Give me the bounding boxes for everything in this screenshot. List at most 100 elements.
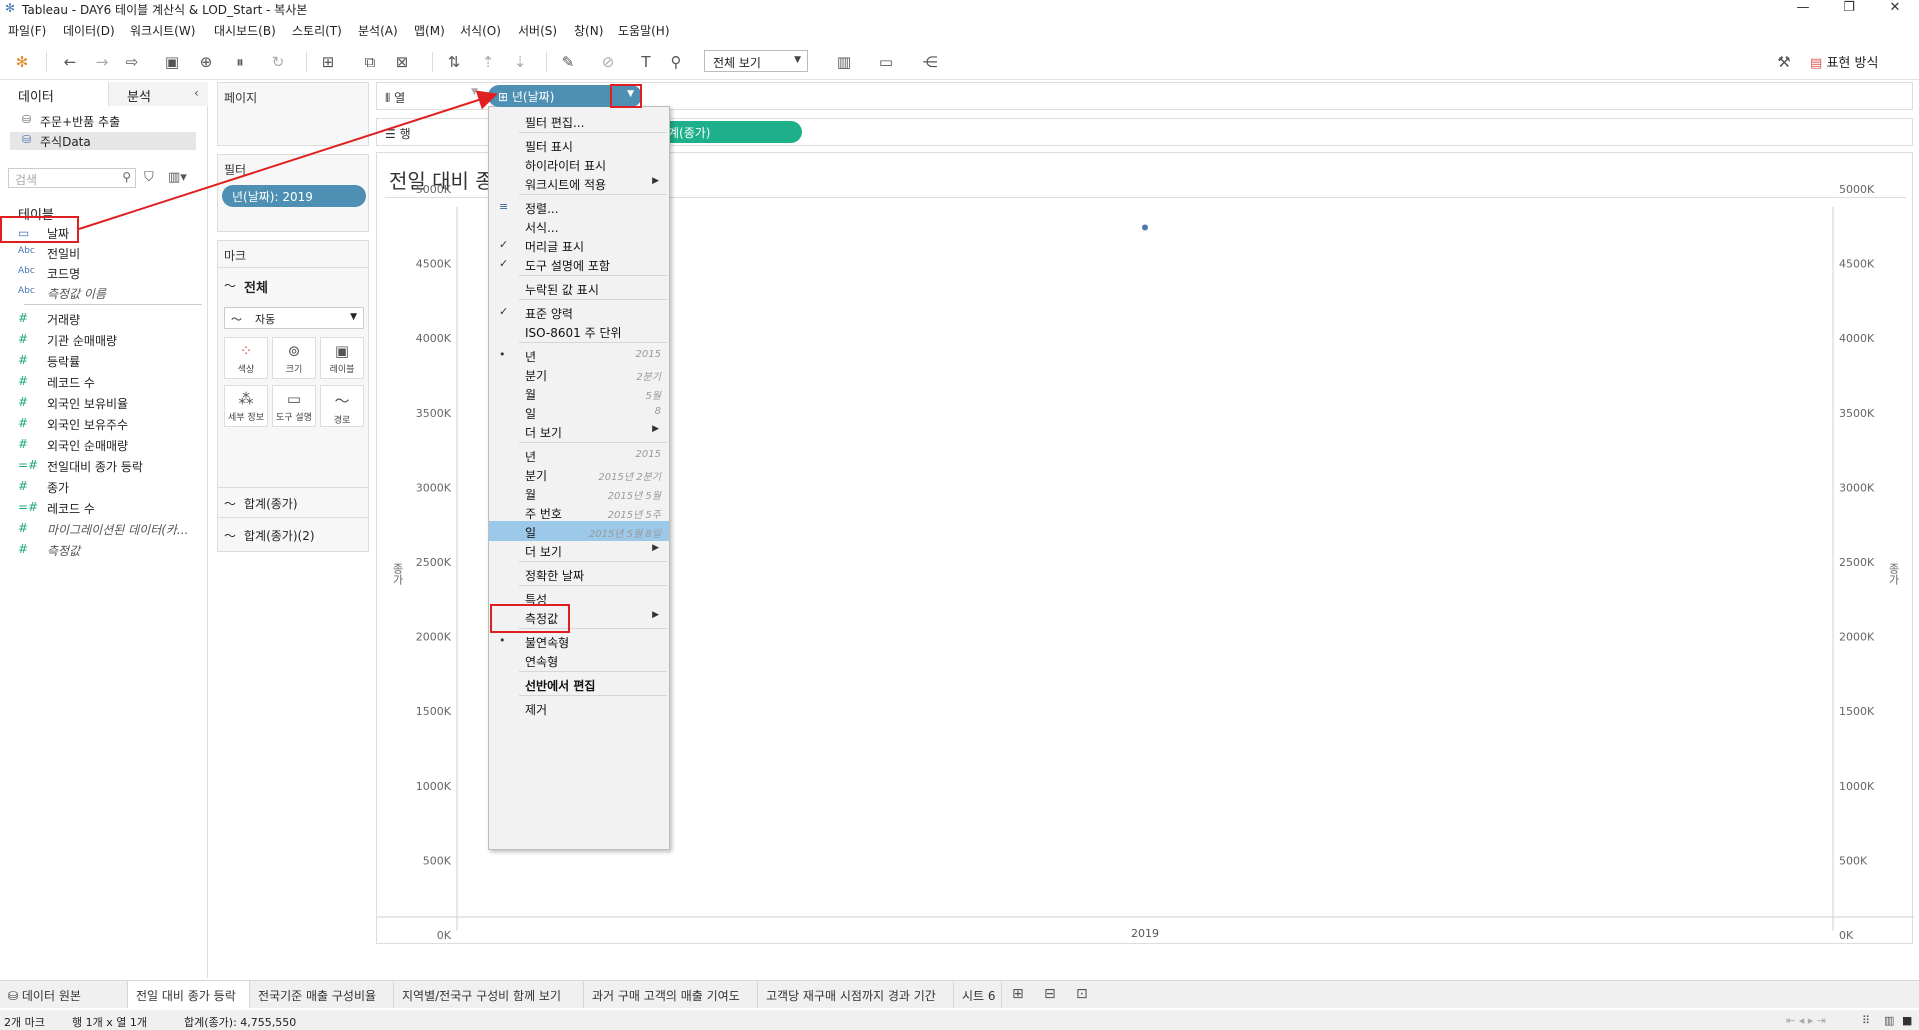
context-menu-item[interactable]: • 불연속형 xyxy=(489,631,669,651)
menu-data[interactable]: 데이터(D) xyxy=(63,22,115,39)
maximize-button[interactable]: ❐ xyxy=(1826,0,1872,18)
context-menu-item[interactable]: 주 번호 2015년 5주 xyxy=(489,502,669,522)
refresh-icon[interactable]: ↻ xyxy=(268,52,288,72)
path-button[interactable]: 〜 경로 xyxy=(320,385,364,427)
sheet-sorter-icon[interactable]: ⠿ xyxy=(1862,1014,1870,1027)
datasource-item[interactable]: ⛁ 주문+반품 추출 xyxy=(10,112,196,130)
field-dim[interactable]: Abc 전일비 xyxy=(0,244,206,262)
menu-window[interactable]: 창(N) xyxy=(574,22,603,39)
tab-sheet[interactable]: 지역별/전국구 구성비 함께 보기 xyxy=(394,981,584,1008)
context-menu-item[interactable]: 누락된 값 표시 xyxy=(489,278,669,298)
tab-analysis[interactable]: 분석 xyxy=(108,82,208,106)
label-button[interactable]: ▣ 레이블 xyxy=(320,337,364,379)
menu-server[interactable]: 서버(S) xyxy=(518,22,557,39)
field-measure[interactable]: # 외국인 보유비율 xyxy=(0,394,206,412)
marks-all-tab[interactable]: 전체 xyxy=(244,277,268,296)
close-button[interactable]: ✕ xyxy=(1872,0,1918,18)
field-dim[interactable]: Abc 측정값 이름 xyxy=(0,284,206,302)
swap-rows-columns-icon[interactable]: ⇅ xyxy=(444,52,464,72)
mark-type-select[interactable]: 〜 자동 ▼ xyxy=(224,307,364,329)
new-worksheet-icon[interactable]: ⊞ xyxy=(1012,986,1024,1002)
view-size-select[interactable]: 전체 보기 ▼ xyxy=(704,50,808,72)
pause-update-icon[interactable]: ⏸ xyxy=(230,52,250,72)
tab-sheet[interactable]: 시트 6 xyxy=(954,981,1002,1008)
sort-ascending-icon[interactable]: ⇡ xyxy=(478,52,498,72)
field-measure[interactable]: # 마이그레이션된 데이터(카... xyxy=(0,520,206,538)
context-menu-item[interactable]: ✓ 도구 설명에 포함 xyxy=(489,254,669,274)
context-menu-item[interactable]: 더 보기 ▶ xyxy=(489,421,669,441)
menu-dashboard[interactable]: 대시보드(B) xyxy=(214,22,276,39)
tableau-home-icon[interactable]: ✻ xyxy=(12,52,32,72)
sort-descending-icon[interactable]: ⇣ xyxy=(510,52,530,72)
menu-help[interactable]: 도움말(H) xyxy=(618,22,670,39)
context-menu-item[interactable]: 월 5월 xyxy=(489,383,669,403)
context-menu-item[interactable]: 년 2015 xyxy=(489,445,669,465)
fix-axes-icon[interactable]: ⚲ xyxy=(666,52,686,72)
redo-icon[interactable]: → xyxy=(92,52,112,72)
group-icon[interactable]: ⊘ xyxy=(598,52,618,72)
new-story-icon[interactable]: ⊡ xyxy=(1076,986,1088,1002)
tab-sheet[interactable]: 전국기준 매출 구성비율 xyxy=(250,981,394,1008)
field-measure[interactable]: # 측정값 xyxy=(0,541,206,559)
clear-sheet-icon[interactable]: ⊠ xyxy=(392,52,412,72)
field-measure[interactable]: # 외국인 순매매량 xyxy=(0,436,206,454)
menu-worksheet[interactable]: 워크시트(W) xyxy=(130,22,195,39)
field-measure[interactable]: # 기관 순매매량 xyxy=(0,331,206,349)
undo-icon[interactable]: ← xyxy=(60,52,80,72)
size-button[interactable]: ⊚ 크기 xyxy=(272,337,316,379)
rows-pill-sum-close[interactable]: 계(종가) xyxy=(660,121,802,143)
show-cards-icon[interactable]: ▥ xyxy=(834,52,854,72)
field-measure[interactable]: # 레코드 수 xyxy=(0,373,206,391)
menu-file[interactable]: 파일(F) xyxy=(8,22,46,39)
filter-icon[interactable]: ⛉ xyxy=(144,170,154,185)
context-menu-item[interactable]: 선반에서 편집 xyxy=(489,674,669,694)
context-menu-item[interactable]: 필터 표시 xyxy=(489,135,669,155)
context-menu-item[interactable]: 일8 xyxy=(489,402,669,422)
collapse-pane-icon[interactable]: ‹ xyxy=(194,86,199,100)
labels-icon[interactable]: T xyxy=(636,52,656,72)
context-menu-item[interactable]: 필터 편집... xyxy=(489,111,669,131)
duplicate-icon[interactable]: ⧉ xyxy=(360,52,380,72)
pages-card[interactable]: 페이지 xyxy=(217,82,369,146)
field-measure[interactable]: # 등락률 xyxy=(0,352,206,370)
menu-format[interactable]: 서식(O) xyxy=(460,22,501,39)
context-menu-item[interactable]: 더 보기 ▶ xyxy=(489,540,669,560)
save-icon[interactable]: ▣ xyxy=(162,52,182,72)
menu-map[interactable]: 맵(M) xyxy=(414,22,445,39)
datasource-item-selected[interactable]: ⛁ 주식Data xyxy=(10,132,196,150)
context-menu-item[interactable]: 하이라이터 표시 xyxy=(489,154,669,174)
context-menu-item[interactable]: • 년 2015 xyxy=(489,345,669,365)
minimize-button[interactable]: — xyxy=(1780,0,1826,18)
tabs-view-icon[interactable]: ■ xyxy=(1902,1014,1912,1027)
context-menu-item[interactable]: 분기 2015년 2분기 xyxy=(489,464,669,484)
context-menu-item[interactable]: ✓ 표준 양력 xyxy=(489,302,669,322)
filter-pill[interactable]: 년(날짜): 2019 xyxy=(222,185,366,207)
context-menu-item[interactable]: 제거 xyxy=(489,698,669,718)
tab-data-source[interactable]: ⛁ 데이터 원본 xyxy=(0,981,128,1008)
context-menu-item[interactable]: 분기 2분기 xyxy=(489,364,669,384)
field-search-input[interactable]: 검색 ⚲ xyxy=(8,168,136,188)
context-menu-item[interactable]: 일 2015년 5월 8일 xyxy=(489,521,669,541)
context-menu-item[interactable]: ISO-8601 주 단위 xyxy=(489,321,669,341)
show-me-button[interactable]: ▤ 표현 방식 xyxy=(1810,52,1878,71)
context-menu-item[interactable]: ✓ 머리글 표시 xyxy=(489,235,669,255)
color-button[interactable]: ⁘ 색상 xyxy=(224,337,268,379)
field-dim[interactable]: Abc 코드명 xyxy=(0,264,206,282)
field-measure[interactable]: # 거래량 xyxy=(0,310,206,328)
field-measure[interactable]: # 종가 xyxy=(0,478,206,496)
context-menu-item[interactable]: 정확한 날짜 xyxy=(489,564,669,584)
new-datasource-icon[interactable]: ⊕ xyxy=(196,52,216,72)
sheet-nav-icon[interactable]: ⇤ ◂ ▸ ⇥ xyxy=(1786,1014,1826,1027)
marks-tab-sum-close[interactable]: 합계(종가) xyxy=(244,495,298,512)
share-icon[interactable]: ⋲ xyxy=(920,52,940,72)
tab-sheet[interactable]: 고객당 재구매 시점까지 경과 기간 xyxy=(758,981,954,1008)
filters-card[interactable]: 필터 년(날짜): 2019 xyxy=(217,154,369,232)
marks-tab-sum-close-2[interactable]: 합계(종가)(2) xyxy=(244,527,315,544)
tab-sheet[interactable]: 과거 구매 고객의 매출 기여도 xyxy=(584,981,758,1008)
filmstrip-icon[interactable]: ▥ xyxy=(1884,1014,1894,1027)
field-measure[interactable]: =# 전일대비 종가 등락 xyxy=(0,457,206,475)
detail-button[interactable]: ⁂ 세부 정보 xyxy=(224,385,268,427)
context-menu-item[interactable]: ≡ 정렬... xyxy=(489,197,669,217)
presentation-mode-icon[interactable]: ▭ xyxy=(876,52,896,72)
highlight-icon[interactable]: ✎ xyxy=(558,52,578,72)
